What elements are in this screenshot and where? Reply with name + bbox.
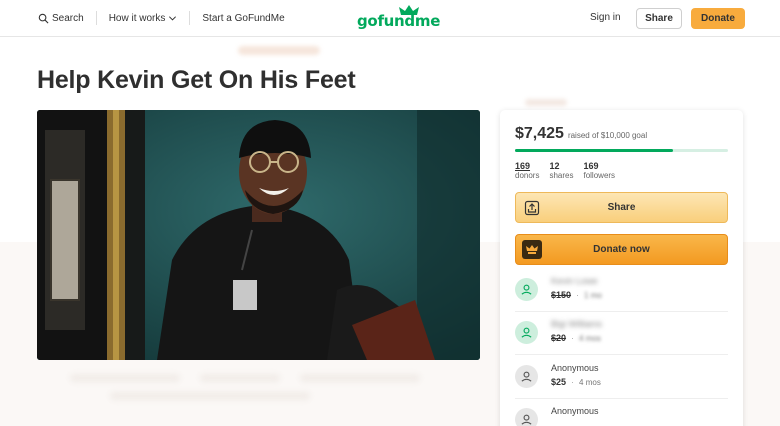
donor-name: Anonymous	[551, 363, 599, 373]
donor-avatar	[515, 408, 538, 426]
shares-count: 12	[549, 161, 560, 171]
donor-avatar	[515, 278, 538, 301]
donation-amount: $150	[551, 290, 572, 300]
donor-name: Kevin Lowe	[551, 276, 598, 286]
donate-now-button[interactable]: Donate now	[515, 234, 728, 265]
stat-donors[interactable]: 169 donors	[515, 161, 539, 181]
blurred-content	[70, 374, 180, 382]
signin-link[interactable]: Sign in	[590, 12, 621, 23]
followers-count: 169	[583, 161, 599, 171]
donation-meta: $150 · 1 mo	[551, 290, 602, 300]
heart-hand-icon	[521, 327, 532, 338]
blurred-content	[200, 374, 280, 382]
how-it-works-label: How it works	[108, 12, 166, 24]
progress-fill	[515, 149, 674, 152]
progress-bar	[515, 149, 728, 152]
meta-dot: ·	[576, 290, 580, 300]
anonymous-user-icon	[521, 414, 532, 425]
nav-divider	[95, 11, 97, 25]
donor-avatar	[515, 321, 538, 344]
donation-amount: $25	[551, 377, 567, 387]
share-button-label: Share	[607, 202, 636, 213]
goal-text: raised of $10,000 goal	[567, 131, 648, 140]
gofundme-mark-icon	[522, 240, 542, 259]
shares-label: shares	[549, 171, 574, 180]
heart-hand-icon	[521, 284, 532, 295]
meta-dot: ·	[571, 377, 575, 387]
donation-meta: $25 · 4 mos	[551, 377, 601, 387]
donors-label: donors	[515, 171, 540, 180]
blurred-banner	[238, 46, 320, 55]
donation-amount: $20	[551, 333, 567, 343]
share-button[interactable]: Share	[515, 192, 728, 223]
donors-count: 169	[515, 161, 531, 171]
followers-label: followers	[583, 171, 616, 180]
top-nav: Search How it works Start a GoFundMe gof…	[0, 0, 780, 37]
header-donate-button[interactable]: Donate	[691, 8, 745, 29]
donation-meta: $20 · 4 mos	[551, 333, 601, 343]
search-link[interactable]: Search	[38, 13, 84, 24]
campaign-title: Help Kevin Get On His Feet	[37, 66, 356, 94]
donation-time: 4 mos	[579, 377, 601, 387]
donation-item: Anonymous	[515, 400, 728, 426]
donation-time: 1 mo	[584, 290, 602, 300]
stat-followers: 169 followers	[583, 161, 615, 181]
share-icon	[522, 198, 542, 217]
donor-name: Bigi Williams	[551, 319, 603, 329]
donor-avatar	[515, 365, 538, 388]
stat-shares: 12 shares	[549, 161, 573, 181]
donation-item: Anonymous $25 · 4 mos	[515, 357, 728, 399]
blurred-content	[110, 392, 310, 400]
campaign-stats: 169 donors 12 shares 169 followers	[515, 161, 625, 181]
start-gofundme-label: Start a GoFundMe	[202, 12, 285, 24]
donation-item: Bigi Williams $20 · 4 mos	[515, 313, 728, 355]
chevron-down-icon	[169, 15, 177, 21]
campaign-photo[interactable]	[37, 110, 480, 360]
nav-left: Search How it works Start a GoFundMe	[38, 11, 285, 25]
logo-crown-icon	[399, 5, 419, 15]
search-label: Search	[52, 12, 84, 24]
raised-summary: $7,425 raised of $10,000 goal	[515, 125, 647, 143]
search-icon	[38, 13, 49, 23]
start-gofundme-link[interactable]: Start a GoFundMe	[202, 13, 284, 24]
donation-time: 4 mos	[579, 333, 601, 343]
gofundme-logo[interactable]: gofundme	[357, 5, 440, 30]
raised-amount: $7,425	[515, 125, 564, 142]
campaign-photo-illustration	[37, 110, 480, 360]
header-share-button[interactable]: Share	[636, 8, 682, 29]
donate-now-label: Donate now	[593, 244, 650, 255]
donation-card: $7,425 raised of $10,000 goal 169 donors…	[500, 110, 743, 426]
donation-item: Kevin Lowe $150 · 1 mo	[515, 270, 728, 312]
meta-dot: ·	[571, 333, 575, 343]
how-it-works-menu[interactable]: How it works	[109, 13, 178, 24]
anonymous-user-icon	[521, 371, 532, 382]
blurred-content	[300, 374, 420, 382]
donor-name: Anonymous	[551, 406, 599, 416]
blurred-tag	[525, 99, 567, 106]
nav-divider	[189, 11, 191, 25]
